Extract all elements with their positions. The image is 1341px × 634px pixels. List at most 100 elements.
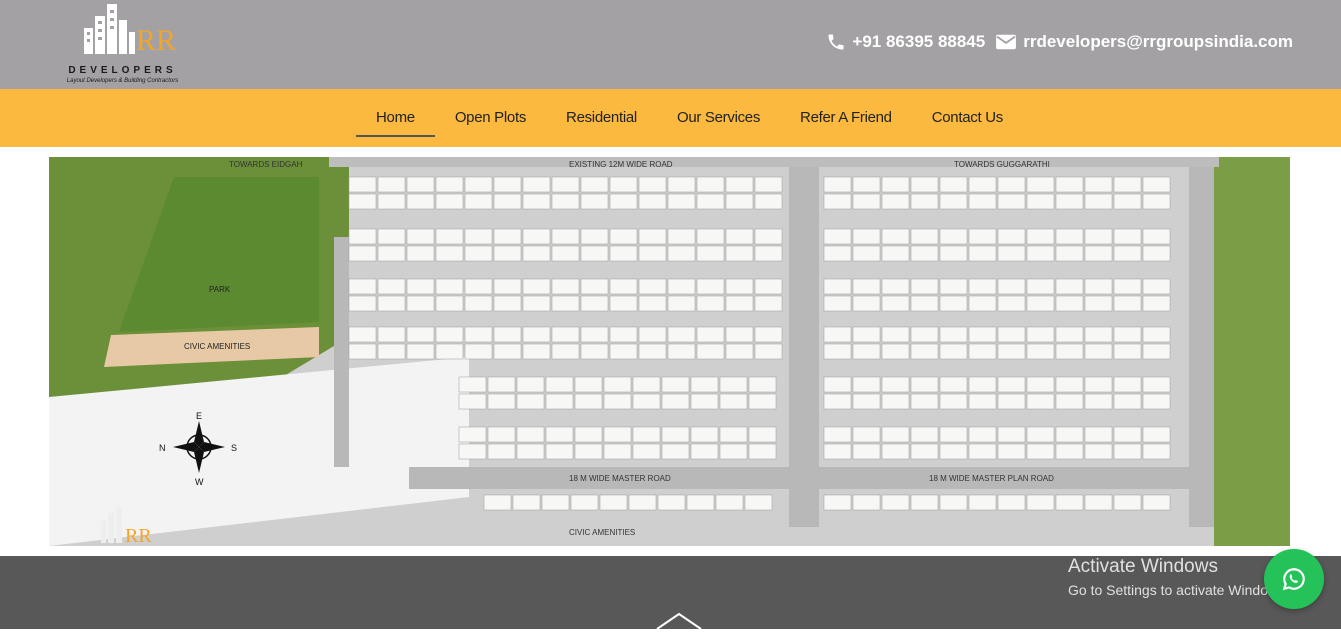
plot-cell [522, 193, 551, 210]
plot-cell [512, 494, 541, 511]
plot-cell [464, 295, 493, 312]
plot-cell [719, 376, 748, 393]
main-navbar: Home Open Plots Residential Our Services… [0, 89, 1341, 147]
plot-cell [1084, 443, 1113, 460]
plot-cell [881, 494, 910, 511]
plot-cell [910, 326, 939, 343]
svg-text:RR: RR [136, 24, 176, 57]
activate-title: Activate Windows [1068, 556, 1218, 577]
plot-cell [1113, 228, 1142, 245]
plot-cell [997, 228, 1026, 245]
plot-cell [1055, 376, 1084, 393]
plot-cell [1113, 443, 1142, 460]
plot-cell [939, 245, 968, 262]
plot-cell [748, 393, 777, 410]
plot-cell [881, 376, 910, 393]
plot-cell [522, 176, 551, 193]
plot-cell [406, 176, 435, 193]
nav-contact-us[interactable]: Contact Us [912, 89, 1023, 147]
nav-refer-a-friend[interactable]: Refer A Friend [780, 89, 912, 147]
plot-cell [599, 494, 628, 511]
plot-cell [667, 278, 696, 295]
plot-cell [696, 228, 725, 245]
plot-cell [435, 245, 464, 262]
plot-cell [661, 443, 690, 460]
plot-cell [493, 245, 522, 262]
plot-cell [910, 176, 939, 193]
plot-cell [939, 295, 968, 312]
plot-cell [516, 393, 545, 410]
plot-cell [1084, 343, 1113, 360]
plot-cell [725, 245, 754, 262]
plot-cell [1084, 426, 1113, 443]
plot-cell [1113, 326, 1142, 343]
plot-cell [493, 193, 522, 210]
plot-cell [997, 295, 1026, 312]
plot-cell [968, 245, 997, 262]
plot-cell [852, 193, 881, 210]
phone-link[interactable]: +91 86395 88845 [826, 32, 985, 52]
plot-cell [910, 343, 939, 360]
plot-cell [580, 193, 609, 210]
nav-open-plots[interactable]: Open Plots [435, 89, 546, 147]
plot-cell [997, 176, 1026, 193]
logo[interactable]: RR DEVELOPERS Layout Developers & Buildi… [60, 2, 185, 86]
plot-cell [667, 343, 696, 360]
plot-cell [1055, 228, 1084, 245]
plot-cell [1026, 443, 1055, 460]
plot-cell [968, 278, 997, 295]
plot-cell [638, 278, 667, 295]
plot-cell [667, 245, 696, 262]
plot-cell [638, 326, 667, 343]
whatsapp-icon [1282, 568, 1305, 591]
plot-cell [968, 426, 997, 443]
plot-cell [1084, 326, 1113, 343]
plot-cell [667, 193, 696, 210]
plot-cell [570, 494, 599, 511]
plot-cell [997, 376, 1026, 393]
plot-cell [377, 245, 406, 262]
plot-cell [667, 176, 696, 193]
plot-cell [609, 176, 638, 193]
plot-cell [968, 494, 997, 511]
plot-cell [881, 443, 910, 460]
plot-cell [435, 193, 464, 210]
plot-cell [1113, 393, 1142, 410]
nav-residential[interactable]: Residential [546, 89, 657, 147]
plot-cell [754, 295, 783, 312]
plot-cell [667, 228, 696, 245]
plot-cell [748, 443, 777, 460]
plot-cell [1142, 376, 1171, 393]
civic-label-bottom: CIVIC AMENITIES [569, 528, 635, 537]
plot-cell [696, 295, 725, 312]
plot-cell [910, 426, 939, 443]
plot-cell [997, 426, 1026, 443]
svg-text:N: N [159, 443, 166, 453]
plot-cell [406, 193, 435, 210]
plot-cell [574, 376, 603, 393]
plot-cell [968, 393, 997, 410]
plot-cell [939, 228, 968, 245]
plot-cell [580, 295, 609, 312]
plot-cell [1055, 193, 1084, 210]
whatsapp-button[interactable] [1264, 549, 1324, 609]
plot-cell [997, 393, 1026, 410]
nav-our-services[interactable]: Our Services [657, 89, 780, 147]
plot-cell [754, 278, 783, 295]
plot-cell [551, 278, 580, 295]
plot-cell [406, 295, 435, 312]
plot-cell [551, 343, 580, 360]
plot-cell [968, 228, 997, 245]
plot-cell [638, 245, 667, 262]
plot-cell [910, 245, 939, 262]
plot-cell [609, 326, 638, 343]
plot-cell [522, 326, 551, 343]
activate-subtitle: Go to Settings to activate Windows. [1068, 582, 1289, 598]
plot-cell [580, 326, 609, 343]
plot-cell [1142, 393, 1171, 410]
plot-cell [580, 176, 609, 193]
nav-home[interactable]: Home [356, 89, 435, 147]
email-link[interactable]: rrdevelopers@rrgroupsindia.com [995, 32, 1293, 52]
footer-logo-icon [655, 612, 703, 634]
plot-cell [1113, 494, 1142, 511]
